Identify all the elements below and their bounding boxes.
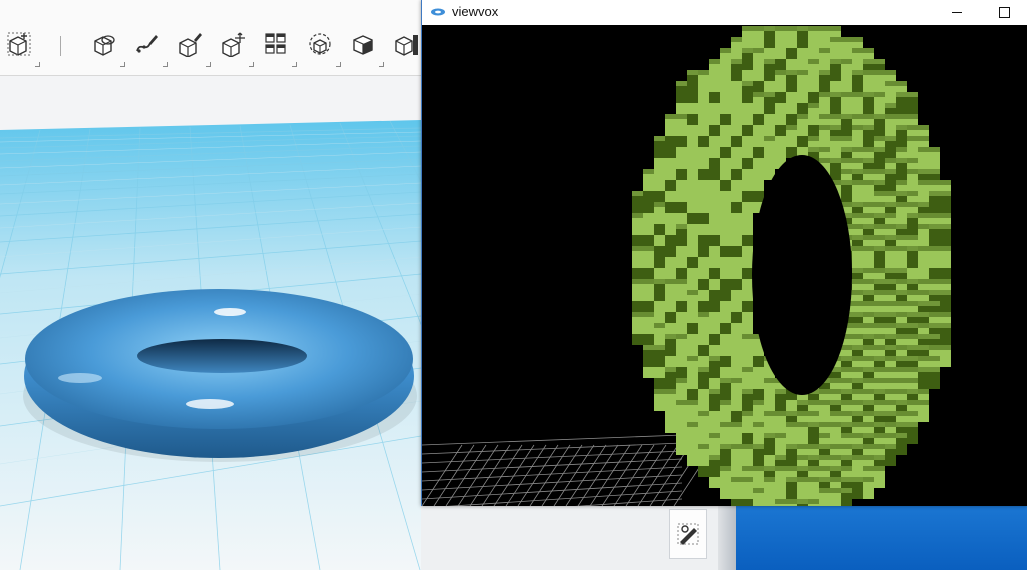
voxel-edge bbox=[863, 466, 885, 471]
voxel-edge bbox=[929, 180, 951, 185]
voxel-edge bbox=[918, 356, 940, 361]
voxel-edge bbox=[929, 279, 951, 284]
brush-path-icon[interactable] bbox=[132, 29, 168, 67]
torus-hole bbox=[752, 155, 852, 395]
voxel-edge bbox=[632, 246, 654, 251]
voxel-edge bbox=[665, 114, 687, 119]
voxel-edge bbox=[841, 37, 863, 42]
voxel-edge bbox=[929, 224, 951, 229]
voxel-edge bbox=[874, 433, 896, 438]
modeling-app bbox=[0, 0, 421, 570]
floor-grid bbox=[422, 434, 715, 506]
maximize-icon bbox=[998, 7, 1010, 18]
toolbar bbox=[0, 0, 421, 76]
minimize-icon bbox=[952, 12, 962, 13]
3d-viewport[interactable] bbox=[0, 76, 421, 570]
voxel-edge bbox=[863, 345, 885, 350]
cube-lasso-icon[interactable] bbox=[89, 29, 125, 67]
cube-target-icon[interactable] bbox=[305, 29, 341, 67]
cube-ruler-icon[interactable] bbox=[391, 29, 421, 59]
cube-add-icon[interactable] bbox=[4, 29, 40, 67]
voxel-edge bbox=[643, 345, 665, 350]
voxel-edge bbox=[929, 345, 951, 350]
voxel-edge bbox=[929, 246, 951, 251]
voxel-edge bbox=[874, 290, 896, 295]
voxel-edge bbox=[885, 378, 907, 383]
voxel-edge bbox=[874, 279, 896, 284]
voxel-edge bbox=[632, 312, 654, 317]
voxel-edge bbox=[929, 290, 951, 295]
voxel-edge bbox=[863, 59, 885, 64]
cubes-grid-icon[interactable] bbox=[261, 29, 297, 67]
pen-ruler-icon[interactable] bbox=[669, 509, 707, 559]
voxel-viewport[interactable] bbox=[422, 25, 1027, 506]
title-bar[interactable]: viewvox bbox=[422, 0, 1027, 25]
voxel-edge bbox=[918, 334, 940, 339]
voxel-edge bbox=[896, 356, 918, 361]
voxel-edge bbox=[819, 26, 841, 31]
voxel-edge bbox=[852, 48, 874, 53]
voxel-edge bbox=[852, 323, 874, 328]
maximize-button[interactable] bbox=[981, 0, 1027, 25]
cube-solid-icon[interactable] bbox=[348, 29, 384, 67]
viewvox-app-icon bbox=[430, 4, 446, 20]
voxel-edge bbox=[874, 367, 896, 372]
voxel-edge bbox=[907, 345, 929, 350]
voxel-edge bbox=[907, 400, 929, 405]
window-title: viewvox bbox=[452, 4, 499, 19]
voxel-edge bbox=[929, 213, 951, 218]
torus-model bbox=[24, 289, 414, 458]
voxel-edge bbox=[896, 114, 918, 119]
voxel-edge bbox=[874, 411, 896, 416]
cube-brush-icon[interactable] bbox=[175, 29, 211, 67]
voxel-edge bbox=[885, 81, 907, 86]
desktop-background bbox=[736, 506, 1027, 570]
voxel-edge bbox=[874, 400, 896, 405]
viewvox-window: viewvox bbox=[421, 0, 1027, 506]
voxel-edge bbox=[929, 191, 951, 196]
voxel-edge bbox=[896, 323, 918, 328]
voxel-edge bbox=[896, 422, 918, 427]
window-edge bbox=[718, 506, 736, 570]
voxel-edge bbox=[874, 70, 896, 75]
voxel-edge bbox=[654, 389, 676, 394]
voxel-edge bbox=[632, 279, 654, 284]
cube-arrows-icon[interactable] bbox=[218, 29, 254, 67]
voxel-edge bbox=[918, 147, 940, 152]
voxel-edge bbox=[874, 301, 896, 306]
voxel-edge bbox=[907, 125, 929, 130]
voxel-edge bbox=[896, 367, 918, 372]
voxel-edge bbox=[896, 92, 918, 97]
voxel-edge bbox=[874, 323, 896, 328]
voxel-torus bbox=[632, 26, 951, 506]
voxel-edge bbox=[907, 312, 929, 317]
minimize-button[interactable] bbox=[934, 0, 980, 25]
voxel-edge bbox=[929, 323, 951, 328]
voxel-edge bbox=[918, 367, 940, 372]
voxel-edge bbox=[918, 169, 940, 174]
torus-hole bbox=[137, 339, 307, 373]
voxel-edge bbox=[896, 334, 918, 339]
voxel-edge bbox=[841, 477, 863, 482]
voxel-edge bbox=[885, 389, 907, 394]
voxel-edge bbox=[885, 268, 907, 273]
voxel-edge bbox=[907, 136, 929, 141]
voxel-edge bbox=[918, 301, 940, 306]
voxel-edge bbox=[929, 312, 951, 317]
voxel-edge bbox=[874, 312, 896, 317]
toolbar-divider bbox=[60, 36, 61, 56]
